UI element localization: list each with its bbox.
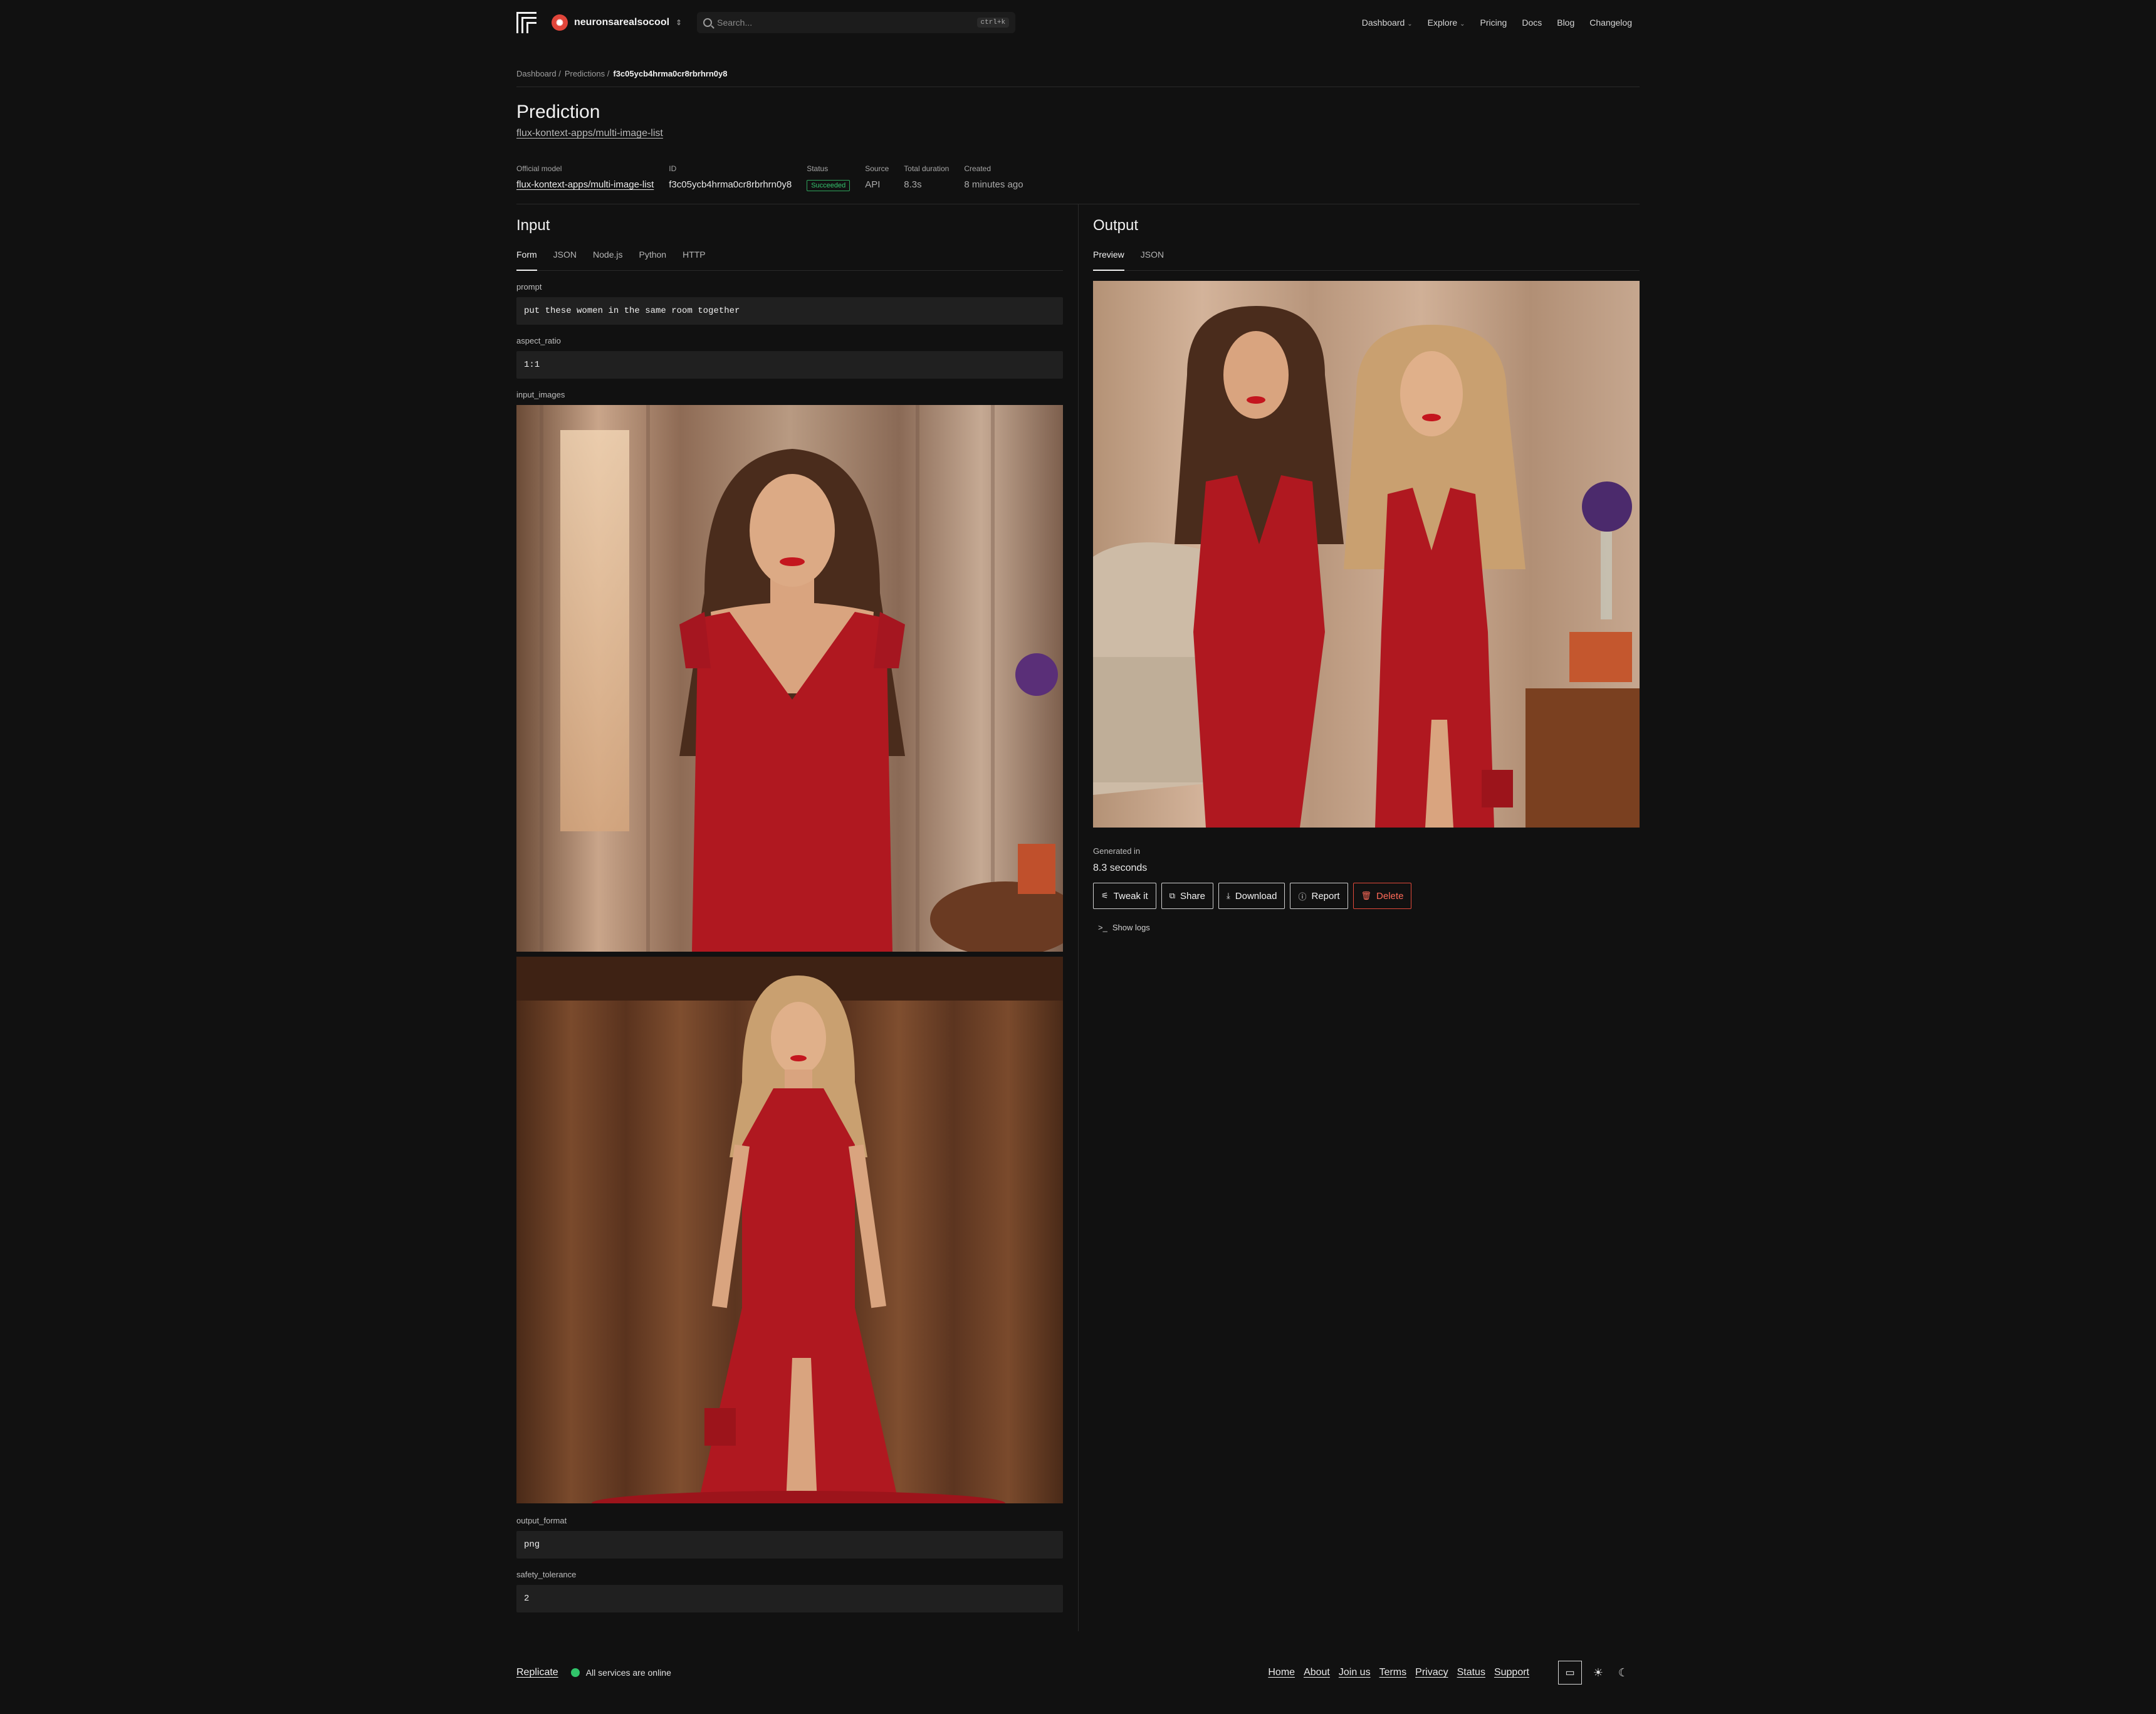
safety-tolerance-label: safety_tolerance [516, 1570, 577, 1579]
status-badge: Succeeded [807, 180, 850, 191]
breadcrumb: Dashboard / Predictions / f3c05ycb4hrma0… [516, 69, 727, 78]
model-link[interactable]: flux-kontext-apps/multi-image-list [516, 128, 663, 139]
terminal-icon: >_ [1098, 923, 1107, 932]
show-logs-toggle[interactable]: >_ Show logs [1098, 923, 1150, 932]
input-title: Input [516, 217, 550, 234]
org-name: neuronsarealsocool [574, 17, 670, 28]
prediction-meta: Official model flux-kontext-apps/multi-i… [516, 164, 1039, 191]
generated-in-label: Generated in [1093, 846, 1141, 856]
breadcrumb-current: f3c05ycb4hrma0cr8rbrhrn0y8 [613, 69, 728, 78]
breadcrumb-dashboard[interactable]: Dashboard / [516, 69, 561, 78]
nav-docs[interactable]: Docs [1522, 18, 1542, 28]
system-theme-icon[interactable]: ▭ [1558, 1661, 1582, 1685]
duration-value: 8.3s [904, 179, 922, 190]
chevron-down-icon: ⌄ [1407, 21, 1413, 28]
meta-label: Official model [516, 164, 562, 173]
search-bar[interactable]: ctrl+k [697, 12, 1016, 33]
input-images-label: input_images [516, 390, 565, 399]
tab-http[interactable]: HTTP [683, 247, 706, 271]
chevron-down-icon: ⌄ [1460, 21, 1465, 28]
search-input[interactable] [717, 18, 972, 28]
show-logs-label: Show logs [1112, 923, 1150, 932]
status-dot-icon [570, 1668, 580, 1677]
nav-changelog[interactable]: Changelog [1589, 18, 1632, 28]
delete-button[interactable]: 🗑 Delete [1353, 883, 1412, 909]
tab-preview[interactable]: Preview [1093, 247, 1124, 271]
org-avatar: ✺ [552, 14, 568, 31]
nav-dashboard[interactable]: Dashboard ⌄ [1362, 18, 1413, 28]
search-icon [703, 18, 713, 27]
official-model-link[interactable]: flux-kontext-apps/multi-image-list [516, 179, 654, 190]
alert-icon: ⓘ [1298, 891, 1307, 902]
footer-link-status[interactable]: Status [1457, 1667, 1485, 1678]
footer: Replicate All services are online Home A… [516, 1659, 1640, 1686]
copy-icon: ⧉ [1169, 891, 1175, 900]
prompt-label: prompt [516, 282, 542, 292]
top-navbar: ✺ neuronsarealsocool ⇕ ctrl+k Dashboard⌄… [516, 0, 1640, 45]
footer-links: Home About Join us Terms Privacy Status … [1268, 1667, 1529, 1678]
footer-brand[interactable]: Replicate [516, 1667, 558, 1678]
footer-link-support[interactable]: Support [1494, 1667, 1529, 1678]
nav-blog[interactable]: Blog [1557, 18, 1574, 28]
footer-link-home[interactable]: Home [1268, 1667, 1295, 1678]
output-tabs: Preview JSON [1093, 247, 1640, 271]
input-image-2[interactable] [516, 957, 1063, 1503]
input-tabs: Form JSON Node.js Python HTTP [516, 247, 1063, 271]
meta-label: Source [865, 164, 889, 173]
output-actions: ⚟ Tweak it ⧉ Share ⤓ Download ⓘ Report 🗑 Dele… [1093, 883, 1412, 909]
tab-output-json[interactable]: JSON [1141, 247, 1164, 271]
sun-icon[interactable]: ☀ [1589, 1661, 1607, 1685]
breadcrumb-predictions[interactable]: Predictions / [565, 69, 610, 78]
tab-python[interactable]: Python [639, 247, 666, 271]
tab-nodejs[interactable]: Node.js [593, 247, 622, 271]
footer-link-terms[interactable]: Terms [1379, 1667, 1407, 1678]
generated-in-value: 8.3 seconds [1093, 863, 1148, 873]
replicate-logo[interactable] [516, 12, 536, 33]
output-format-field[interactable]: png [516, 1531, 1063, 1559]
chevron-updown-icon: ⇕ [676, 18, 683, 27]
report-button[interactable]: ⓘ Report [1290, 883, 1348, 909]
output-title: Output [1093, 217, 1139, 234]
share-button[interactable]: ⧉ Share [1161, 883, 1214, 909]
main-nav: Dashboard ⌄ Explore ⌄ Pricing Docs Blog Ch… [1362, 18, 1640, 28]
sliders-icon: ⚟ [1101, 891, 1109, 900]
search-shortcut: ctrl+k [976, 18, 1010, 28]
footer-link-privacy[interactable]: Privacy [1415, 1667, 1448, 1678]
page-title: Prediction [516, 102, 600, 122]
trash-icon: 🗑 [1361, 891, 1372, 900]
nav-explore[interactable]: Explore ⌄ [1428, 18, 1465, 28]
tweak-button[interactable]: ⚟ Tweak it [1093, 883, 1156, 909]
tab-form[interactable]: Form [516, 247, 537, 271]
input-image-1[interactable] [516, 405, 1063, 952]
output-image[interactable] [1093, 281, 1640, 828]
created-value: 8 minutes ago [964, 179, 1023, 190]
download-button[interactable]: ⤓ Download [1218, 883, 1285, 909]
prompt-field[interactable]: put these women in the same room togethe… [516, 297, 1063, 325]
footer-link-join[interactable]: Join us [1339, 1667, 1371, 1678]
moon-icon[interactable]: ☾ [1614, 1661, 1632, 1685]
download-icon: ⤓ [1227, 891, 1230, 900]
footer-link-about[interactable]: About [1304, 1667, 1330, 1678]
service-status-label: All services are online [585, 1668, 671, 1678]
meta-label: Total duration [904, 164, 950, 173]
theme-switcher: ▭ ☀ ☾ [1558, 1661, 1632, 1685]
safety-tolerance-field[interactable]: 2 [516, 1585, 1063, 1612]
meta-label: ID [669, 164, 677, 173]
output-format-label: output_format [516, 1516, 567, 1525]
service-status[interactable]: All services are online [570, 1668, 671, 1678]
tab-json[interactable]: JSON [553, 247, 577, 271]
column-divider [1078, 204, 1079, 1631]
org-switcher[interactable]: ✺ neuronsarealsocool ⇕ [552, 14, 682, 31]
prediction-id: f3c05ycb4hrma0cr8rbrhrn0y8 [669, 179, 792, 190]
meta-label: Status [807, 164, 829, 173]
aspect-ratio-label: aspect_ratio [516, 336, 561, 345]
source-value: API [865, 179, 881, 190]
nav-pricing[interactable]: Pricing [1480, 18, 1507, 28]
meta-label: Created [964, 164, 992, 173]
aspect-ratio-field[interactable]: 1:1 [516, 351, 1063, 379]
